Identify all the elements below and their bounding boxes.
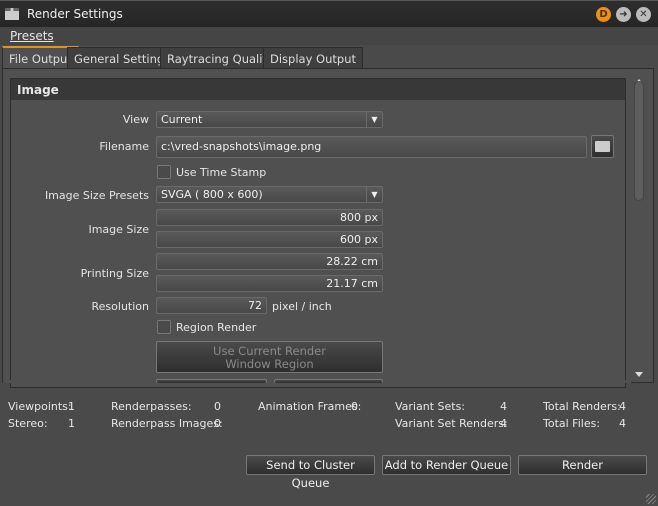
scroll-thumb[interactable] <box>634 81 644 201</box>
renderpasses-value: 0 <box>214 400 221 413</box>
filename-input[interactable]: c:\vred-snapshots\image.png <box>156 136 587 158</box>
print-height-input[interactable]: 21.17 cm <box>156 275 383 292</box>
title-bar: Render Settings D ➜ ✕ <box>0 0 658 27</box>
use-current-render-window-region-button[interactable]: Use Current Render Window Region <box>156 341 383 373</box>
renderpass-images-value: 0 <box>214 417 221 430</box>
stereo-value: 1 <box>68 417 75 430</box>
total-renders-label: Total Renders: <box>543 400 621 413</box>
partial-button-right[interactable] <box>274 379 383 383</box>
print-width-input[interactable]: 28.22 cm <box>156 253 383 270</box>
total-files-value: 4 <box>619 417 626 430</box>
scroll-down-icon[interactable] <box>635 372 643 377</box>
browse-folder-button[interactable] <box>591 135 614 158</box>
view-label: View <box>122 113 149 126</box>
resolution-unit: pixel / inch <box>272 300 332 313</box>
menu-bar: Presets <box>0 27 658 45</box>
resolution-input[interactable]: 72 <box>156 297 267 314</box>
variant-set-renders-label: Variant Set Renders: <box>395 417 508 430</box>
image-width-input[interactable]: 800 px <box>156 209 383 226</box>
render-button[interactable]: Render <box>518 455 647 475</box>
animation-frames-label: Animation Frames: <box>258 400 362 413</box>
variant-sets-value: 4 <box>500 400 507 413</box>
filename-label: Filename <box>99 140 149 153</box>
dock-icon[interactable]: D <box>596 7 611 22</box>
menu-presets[interactable]: Presets <box>10 29 54 43</box>
viewpoints-label: Viewpoints: <box>8 400 72 413</box>
use-time-stamp-label: Use Time Stamp <box>176 166 267 179</box>
resize-grip-icon[interactable] <box>646 494 656 504</box>
image-height-input[interactable]: 600 px <box>156 231 383 248</box>
image-size-label: Image Size <box>88 223 149 236</box>
tab-display-output[interactable]: Display Output <box>263 47 363 69</box>
button-line-2: Window Region <box>225 357 314 371</box>
printing-size-label: Printing Size <box>80 267 149 280</box>
animation-frames-value: 0 <box>351 400 358 413</box>
region-render-label: Region Render <box>176 321 257 334</box>
partial-button-left[interactable] <box>156 379 267 383</box>
region-render-checkbox[interactable] <box>157 320 171 334</box>
renderpass-images-label: Renderpass Images: <box>111 417 223 430</box>
window-title: Render Settings <box>27 7 123 21</box>
clapperboard-icon <box>5 8 19 20</box>
total-files-label: Total Files: <box>543 417 601 430</box>
send-to-cluster-queue-button[interactable]: Send to Cluster Queue <box>246 455 375 490</box>
total-renders-value: 4 <box>619 400 626 413</box>
renderpasses-label: Renderpasses: <box>111 400 192 413</box>
presets-label: Image Size Presets <box>44 189 149 202</box>
presets-value: SVGA ( 800 x 600) <box>161 188 263 201</box>
stereo-label: Stereo: <box>8 417 48 430</box>
arrow-right-icon[interactable]: ➜ <box>616 7 631 22</box>
viewpoints-value: 1 <box>68 400 75 413</box>
chevron-down-icon: ▼ <box>366 112 382 127</box>
variant-sets-label: Variant Sets: <box>395 400 466 413</box>
group-title: Image <box>11 79 625 100</box>
image-size-presets-select[interactable]: SVGA ( 800 x 600) ▼ <box>156 186 383 203</box>
close-icon[interactable]: ✕ <box>636 7 651 22</box>
add-to-render-queue-button[interactable]: Add to Render Queue <box>382 455 511 475</box>
use-time-stamp-checkbox[interactable] <box>157 165 171 179</box>
scrollbar[interactable] <box>632 76 646 383</box>
variant-set-renders-value: 4 <box>500 417 507 430</box>
folder-icon <box>595 141 610 152</box>
view-value: Current <box>161 113 203 126</box>
view-select[interactable]: Current ▼ <box>156 111 383 128</box>
chevron-down-icon: ▼ <box>366 187 382 202</box>
resolution-label: Resolution <box>91 300 149 313</box>
